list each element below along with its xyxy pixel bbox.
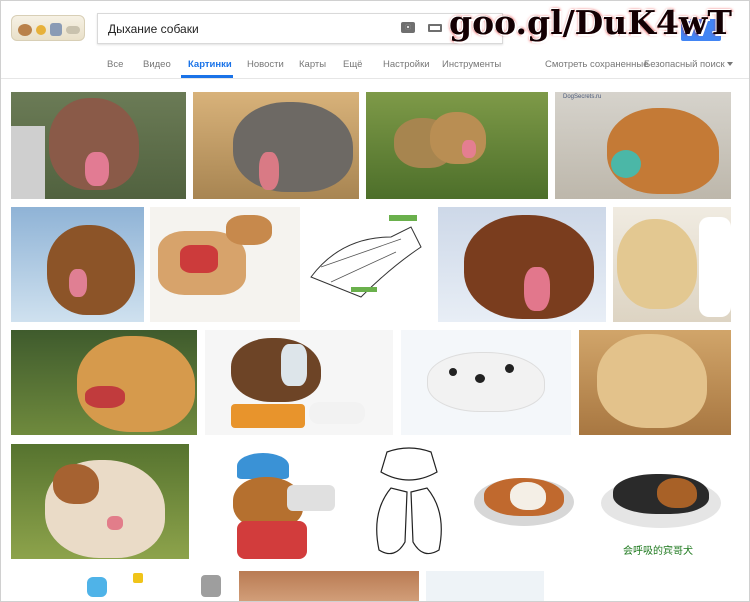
header: Дыхание собаки goo.gl/DuK4wT Все Видео К…	[1, 1, 749, 79]
tab-more[interactable]: Ещё	[343, 59, 362, 70]
page: { "search": { "query": "Дыхание собаки" …	[0, 0, 750, 602]
logo-decoration	[50, 23, 62, 36]
image-result-weimaraner[interactable]	[193, 92, 359, 199]
image-result-pitbull[interactable]	[11, 92, 186, 199]
image-result-dalmatian-toy[interactable]	[401, 330, 571, 435]
tab-settings[interactable]: Настройки	[383, 59, 430, 70]
image-result-sick-cartoon-dog[interactable]	[213, 451, 343, 563]
tab-tools[interactable]: Инструменты	[442, 59, 501, 70]
tab-video[interactable]: Видео	[143, 59, 171, 70]
tab-images[interactable]: Картинки	[188, 59, 232, 70]
search-box[interactable]: Дыхание собаки	[97, 13, 503, 44]
image-result-golden-chewing[interactable]	[579, 330, 731, 435]
image-result-dog-anatomy[interactable]	[150, 207, 300, 322]
image-result-sleeping-puppy-bed[interactable]	[470, 444, 582, 559]
image-result-dog-sky[interactable]	[11, 207, 144, 322]
tab-news[interactable]: Новости	[247, 59, 284, 70]
lung-sketch	[376, 447, 442, 555]
active-tab-indicator	[181, 75, 233, 78]
keyboard-icon[interactable]	[428, 24, 442, 32]
safe-search-label: Безопасный поиск	[644, 59, 725, 70]
image-result-bulldog[interactable]	[11, 444, 189, 559]
saved-images-link[interactable]: Смотреть сохраненные	[545, 59, 649, 70]
diagram-lines	[310, 215, 422, 298]
image-result-golden-vet[interactable]	[613, 207, 731, 322]
image-source-caption: DogSecrets.ru	[563, 94, 602, 100]
logo-decoration	[18, 24, 32, 36]
logo-decoration	[36, 25, 46, 35]
image-result-chow-panting[interactable]	[11, 330, 197, 435]
safe-search-toggle[interactable]: Безопасный поиск	[644, 59, 733, 70]
image-result-sheltie-medicine[interactable]	[205, 330, 393, 435]
watermark-text: goo.gl/DuK4wT	[449, 3, 732, 42]
image-result-respiratory-diagram[interactable]	[301, 207, 431, 322]
tab-all[interactable]: Все	[107, 59, 123, 70]
doodle-logo[interactable]	[11, 15, 85, 41]
logo-decoration	[66, 26, 80, 34]
image-result-light[interactable]	[426, 571, 544, 601]
image-result-golden-retriever-toy[interactable]: DogSecrets.ru	[555, 92, 731, 199]
image-result-breathing-toy-dog[interactable]: 会呼吸的宾哥犬	[591, 444, 731, 559]
camera-icon[interactable]	[401, 22, 415, 33]
chevron-down-icon	[726, 62, 733, 67]
search-tabs: Все Видео Картинки Новости Карты Ещё Нас…	[1, 53, 749, 79]
image-result-cartoon-icons[interactable]	[53, 571, 233, 601]
image-result-lung-drawing[interactable]	[357, 442, 461, 564]
image-result-mixed-dog-grass[interactable]	[366, 92, 548, 199]
image-result-dog-skin[interactable]	[239, 571, 419, 601]
tab-maps[interactable]: Карты	[299, 59, 326, 70]
image-result-basset-hound[interactable]	[438, 207, 606, 322]
image-caption-chinese: 会呼吸的宾哥犬	[623, 546, 693, 557]
search-input[interactable]: Дыхание собаки	[108, 22, 199, 36]
